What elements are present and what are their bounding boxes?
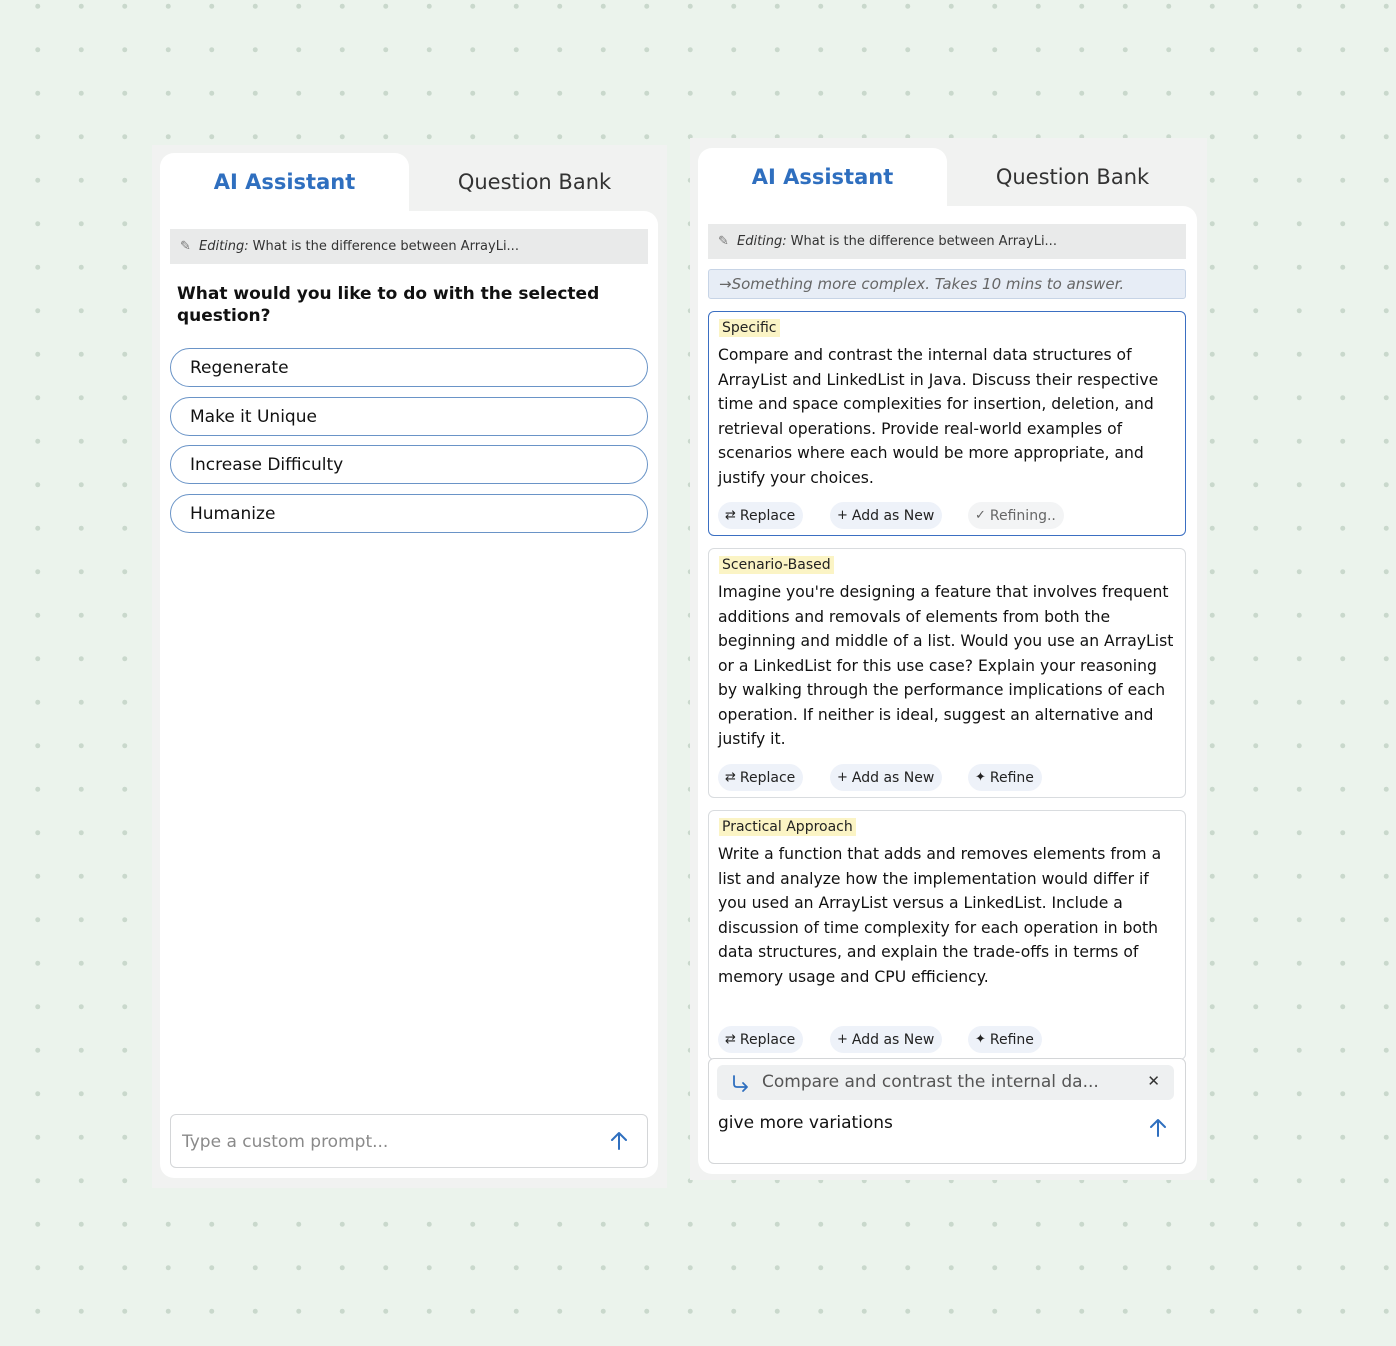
- refine-label: Refine: [989, 1031, 1034, 1048]
- replace-icon: ⇄: [725, 508, 736, 523]
- tab-question-bank[interactable]: Question Bank: [410, 153, 659, 211]
- editing-text: What is the difference between ArrayLi..…: [790, 234, 1057, 249]
- card-text: Compare and contrast the internal data s…: [718, 346, 1159, 487]
- check-icon: ✓: [975, 508, 986, 523]
- replace-label: Replace: [739, 1031, 796, 1048]
- tab-ai-assistant[interactable]: AI Assistant: [698, 148, 947, 206]
- plus-icon: +: [837, 508, 848, 523]
- humanize-button[interactable]: Humanize: [170, 494, 648, 533]
- variation-card-scenario-based[interactable]: Scenario-Based Imagine you're designing …: [708, 548, 1186, 798]
- replace-label: Replace: [739, 507, 796, 524]
- quoted-reference: Compare and contrast the internal da... …: [717, 1065, 1174, 1100]
- assistant-content: ✎ Editing: What is the difference betwee…: [160, 211, 658, 1178]
- assistant-content: ✎ Editing: What is the difference betwee…: [698, 206, 1197, 1174]
- refine-label: Refine: [989, 769, 1034, 786]
- refine-button[interactable]: ✦ Refine: [968, 764, 1042, 791]
- editing-text: What is the difference between ArrayLi..…: [252, 239, 519, 254]
- replace-button[interactable]: ⇄ Replace: [718, 502, 804, 529]
- card-text: Imagine you're designing a feature that …: [718, 583, 1174, 748]
- close-icon[interactable]: ✕: [1147, 1072, 1160, 1090]
- add-as-new-label: Add as New: [851, 507, 935, 524]
- sparkle-icon: ✦: [975, 770, 986, 785]
- card-text: Write a function that adds and removes e…: [718, 845, 1162, 986]
- add-as-new-label: Add as New: [851, 1031, 935, 1048]
- refining-label: Refining..: [989, 507, 1056, 524]
- replace-label: Replace: [739, 769, 796, 786]
- add-as-new-button[interactable]: + Add as New: [830, 502, 943, 529]
- compose-input[interactable]: give more variations: [718, 1113, 893, 1133]
- action-question: What would you like to do with the selec…: [177, 284, 600, 326]
- compose-box[interactable]: Compare and contrast the internal da... …: [708, 1058, 1186, 1164]
- add-as-new-button[interactable]: + Add as New: [830, 764, 943, 791]
- add-as-new-label: Add as New: [851, 769, 935, 786]
- ai-assistant-panel-results: AI Assistant Question Bank ✎ Editing: Wh…: [690, 138, 1207, 1180]
- pencil-icon: ✎: [718, 234, 729, 249]
- variation-card-practical-approach[interactable]: Practical Approach Write a function that…: [708, 810, 1186, 1060]
- card-tag: Practical Approach: [719, 818, 856, 836]
- editing-bar: ✎ Editing: What is the difference betwee…: [170, 229, 648, 264]
- regenerate-button[interactable]: Regenerate: [170, 348, 648, 387]
- plus-icon: +: [837, 770, 848, 785]
- hint-bar: →Something more complex. Takes 10 mins t…: [708, 269, 1186, 299]
- increase-difficulty-button[interactable]: Increase Difficulty: [170, 445, 648, 484]
- plus-icon: +: [837, 1032, 848, 1047]
- replace-button[interactable]: ⇄ Replace: [718, 1026, 804, 1053]
- refining-status: ✓ Refining..: [968, 502, 1064, 529]
- card-tag: Specific: [719, 319, 780, 337]
- editing-bar: ✎ Editing: What is the difference betwee…: [708, 224, 1186, 259]
- card-tag: Scenario-Based: [719, 556, 834, 574]
- custom-prompt-box: [170, 1114, 648, 1168]
- replace-icon: ⇄: [725, 1032, 736, 1047]
- editing-label: Editing:: [199, 239, 249, 254]
- variation-card-specific[interactable]: Specific Compare and contrast the intern…: [708, 311, 1186, 536]
- editing-label: Editing:: [737, 234, 787, 249]
- replace-icon: ⇄: [725, 770, 736, 785]
- custom-prompt-input[interactable]: [180, 1115, 594, 1168]
- sparkle-icon: ✦: [975, 1032, 986, 1047]
- send-arrow-icon[interactable]: [1146, 1116, 1170, 1140]
- make-unique-button[interactable]: Make it Unique: [170, 397, 648, 436]
- quoted-text: Compare and contrast the internal da...: [762, 1072, 1099, 1092]
- add-as-new-button[interactable]: + Add as New: [830, 1026, 943, 1053]
- ai-assistant-panel-initial: AI Assistant Question Bank ✎ Editing: Wh…: [152, 145, 667, 1188]
- refine-button[interactable]: ✦ Refine: [968, 1026, 1042, 1053]
- tab-ai-assistant[interactable]: AI Assistant: [160, 153, 409, 211]
- send-arrow-icon[interactable]: [607, 1129, 631, 1153]
- tab-question-bank[interactable]: Question Bank: [948, 148, 1197, 206]
- reply-arrow-icon: [733, 1075, 748, 1092]
- pencil-icon: ✎: [180, 239, 191, 254]
- replace-button[interactable]: ⇄ Replace: [718, 764, 804, 791]
